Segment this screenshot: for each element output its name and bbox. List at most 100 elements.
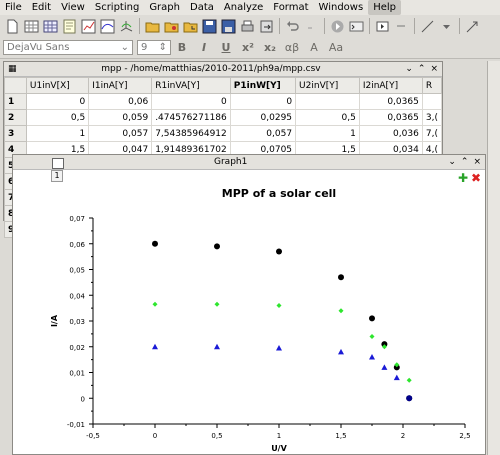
greek-upper-button[interactable]: A	[303, 41, 325, 54]
table-cell[interactable]: 7,(	[421, 125, 443, 142]
table-cell[interactable]: 0	[25, 93, 90, 110]
greek-lower-button[interactable]: αβ	[281, 41, 303, 54]
chevron-down-icon: ⌄	[120, 42, 129, 53]
italic-button[interactable]: I	[193, 41, 215, 54]
close-icon[interactable]: ×	[473, 157, 481, 167]
y-tick-label: 0	[81, 395, 85, 403]
layer-button[interactable]: 1	[51, 170, 63, 182]
table-cell[interactable]: 0,057	[88, 125, 153, 142]
graph-window[interactable]: Graph1 ⌄ ⌃ × MPP of a solar cell -0,5 0 0,5…	[12, 154, 486, 455]
font-size-select[interactable]: 9 ⇕	[137, 40, 171, 55]
font-family-value: DejaVu Sans	[7, 42, 70, 53]
column-header[interactable]: U2inV[Y]	[295, 77, 360, 94]
chart[interactable]: MPP of a solar cell -0,5 0 0,5 1 1,5 2 2,5 0,07 0…	[13, 170, 485, 455]
close-icon[interactable]: ×	[430, 64, 438, 74]
column-header[interactable]: I1inA[Y]	[88, 77, 153, 94]
menu-view[interactable]: View	[56, 0, 90, 15]
prev-window-icon[interactable]	[374, 18, 391, 35]
toolbar-separator	[414, 18, 415, 34]
x-tick-label: 2	[401, 432, 405, 440]
column-header[interactable]: R	[421, 77, 443, 94]
table-cell[interactable]: 1	[25, 125, 90, 142]
row-header[interactable]: 1	[4, 93, 27, 110]
superscript-button[interactable]: x²	[237, 41, 259, 54]
table-cell[interactable]: 7,54385964912	[151, 125, 231, 142]
redo-icon[interactable]	[303, 18, 320, 35]
table-cell[interactable]: 0,06	[88, 93, 153, 110]
table-cell[interactable]: 3,(	[421, 109, 443, 126]
menu-file[interactable]: File	[0, 0, 27, 15]
table-cell[interactable]: 0,5	[295, 109, 360, 126]
chevron-up-icon[interactable]: ⌃	[418, 64, 426, 74]
table-cell[interactable]: 0	[229, 93, 297, 110]
column-header[interactable]: U1inV[X]	[25, 77, 90, 94]
table-cell[interactable]	[295, 93, 360, 110]
table-cell[interactable]: 0	[151, 93, 231, 110]
table-cell[interactable]: 0,0365	[358, 109, 423, 126]
column-header[interactable]: R1inVA[Y]	[151, 77, 231, 94]
export-icon[interactable]	[258, 18, 275, 35]
open-template-icon[interactable]	[163, 18, 180, 35]
menu-edit[interactable]: Edit	[27, 0, 56, 15]
new-matrix-icon[interactable]	[42, 18, 59, 35]
table-cell[interactable]: 0,0365	[358, 93, 423, 110]
bold-button[interactable]: B	[171, 41, 193, 54]
draw-arrow-icon[interactable]	[464, 18, 481, 35]
remove-layer-icon[interactable]: ✖	[471, 171, 481, 185]
save-icon[interactable]	[201, 18, 218, 35]
table-cell[interactable]: 0,0295	[229, 109, 297, 126]
run-script-icon[interactable]	[329, 18, 346, 35]
new-graph-icon[interactable]	[80, 18, 97, 35]
menu-windows[interactable]: Windows	[314, 0, 369, 15]
menu-analyze[interactable]: Analyze	[219, 0, 268, 15]
chevron-down-icon[interactable]: ⌄	[405, 64, 413, 74]
underline-button[interactable]: U	[215, 41, 237, 54]
data-point-diamond	[152, 301, 158, 307]
chevron-up-icon[interactable]: ⌃	[461, 157, 469, 167]
table-titlebar[interactable]: ▦ mpp - /home/matthias/2010-2011/ph9a/mp…	[4, 62, 442, 77]
data-point-triangle	[152, 343, 158, 350]
open-folder-icon[interactable]	[144, 18, 161, 35]
new-note-icon[interactable]	[61, 18, 78, 35]
row-header[interactable]: 2	[4, 109, 27, 126]
table-cell[interactable]: 0,057	[229, 125, 297, 142]
new-3d-plot-icon[interactable]	[118, 18, 135, 35]
subscript-button[interactable]: x₂	[259, 41, 281, 54]
table-cell[interactable]: 1	[295, 125, 360, 142]
table-cell[interactable]: 0,5	[25, 109, 90, 126]
menu-format[interactable]: Format	[268, 0, 313, 15]
script-console-icon[interactable]	[348, 18, 365, 35]
font-family-select[interactable]: DejaVu Sans ⌄	[3, 40, 133, 55]
main-toolbar	[0, 15, 500, 37]
graph-titlebar[interactable]: Graph1 ⌄ ⌃ ×	[13, 155, 485, 170]
add-layer-icon[interactable]: ✚	[458, 171, 468, 185]
new-function-icon[interactable]	[99, 18, 116, 35]
menu-data[interactable]: Data	[185, 0, 219, 15]
menu-scripting[interactable]: Scripting	[90, 0, 144, 15]
column-header[interactable]: P1inW[Y]	[229, 77, 297, 94]
table-cell[interactable]: 0,036	[358, 125, 423, 142]
print-icon[interactable]	[239, 18, 256, 35]
layer-select-icon[interactable]	[52, 158, 64, 169]
undo-icon[interactable]	[284, 18, 301, 35]
table-cell[interactable]	[421, 93, 443, 110]
toolbar-separator	[139, 18, 140, 34]
next-window-icon[interactable]	[393, 18, 410, 35]
x-tick-label: 1	[277, 432, 281, 440]
column-header[interactable]: I2inA[Y]	[358, 77, 423, 94]
new-table-icon[interactable]	[23, 18, 40, 35]
draw-line-icon[interactable]	[419, 18, 436, 35]
table-cell[interactable]: .474576271186	[151, 109, 231, 126]
line-dropdown-icon[interactable]	[438, 18, 455, 35]
table-cell[interactable]: 0,059	[88, 109, 153, 126]
save-template-icon[interactable]	[220, 18, 237, 35]
chevron-down-icon[interactable]: ⌄	[448, 157, 456, 167]
new-project-icon[interactable]	[4, 18, 21, 35]
menu-graph[interactable]: Graph	[144, 0, 185, 15]
workspace-scrollbar[interactable]	[487, 61, 500, 455]
symbols-button[interactable]: Aa	[325, 41, 347, 54]
corner-cell[interactable]	[4, 77, 27, 94]
menu-help[interactable]: Help	[368, 0, 401, 15]
row-header[interactable]: 3	[4, 125, 27, 142]
recent-projects-icon[interactable]	[182, 18, 199, 35]
